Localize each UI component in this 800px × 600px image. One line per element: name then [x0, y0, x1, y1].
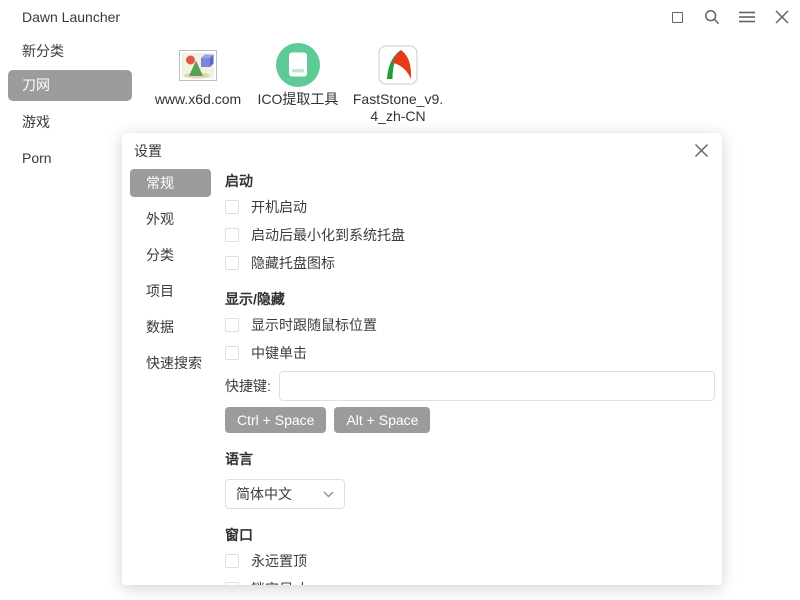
tab-category[interactable]: 分类: [130, 241, 211, 269]
language-select[interactable]: 简体中文: [225, 479, 345, 509]
section-title-window: 窗口: [225, 525, 715, 545]
hotkey-label: 快捷键:: [225, 376, 271, 396]
checkbox-box[interactable]: [225, 318, 239, 332]
tab-general[interactable]: 常规: [130, 169, 211, 197]
checkbox-label: 中键单击: [251, 343, 307, 363]
tab-quick-search[interactable]: 快速搜索: [130, 349, 211, 377]
checkbox-minimize-to-tray-on-start[interactable]: 启动后最小化到系统托盘: [225, 225, 715, 245]
hotkey-preset-buttons: Ctrl + Space Alt + Space: [225, 407, 715, 433]
app-title: Dawn Launcher: [22, 9, 120, 25]
checkbox-box[interactable]: [225, 200, 239, 214]
section-title-language: 语言: [225, 449, 715, 469]
window-controls: [669, 8, 790, 26]
language-select-value: 简体中文: [236, 484, 323, 504]
checkbox-label: 永远置顶: [251, 551, 307, 571]
image-picture-icon: [179, 50, 217, 81]
settings-dialog-title: 设置: [134, 141, 162, 161]
launcher-item-ico-tool[interactable]: ICO提取工具: [248, 40, 348, 125]
hamburger-menu-icon: [739, 10, 755, 24]
launcher-item-website[interactable]: www.x6d.com: [148, 40, 248, 125]
checkbox-run-at-startup[interactable]: 开机启动: [225, 197, 715, 217]
launcher-item-grid: www.x6d.com ICO提取工具 FastStone_v9.4_zh-CN: [148, 40, 448, 125]
faststone-icon: [378, 45, 418, 85]
close-window-button[interactable]: [774, 9, 790, 25]
section-title-show-hide: 显示/隐藏: [225, 289, 715, 309]
settings-general-panel: 启动 开机启动 启动后最小化到系统托盘 隐藏托盘图标 显示/隐藏 显示时跟随鼠标…: [225, 163, 722, 585]
ico-extract-icon: [275, 42, 321, 88]
settings-tab-column: 常规 外观 分类 项目 数据 快速搜索: [122, 163, 225, 585]
search-button[interactable]: [704, 9, 720, 25]
checkbox-hide-tray-icon[interactable]: 隐藏托盘图标: [225, 253, 715, 273]
menu-button[interactable]: [739, 9, 755, 25]
launcher-item-label: www.x6d.com: [150, 91, 246, 108]
launcher-item-label: ICO提取工具: [250, 91, 346, 108]
close-icon: [775, 10, 789, 24]
checkbox-lock-size[interactable]: 锁定尺寸: [225, 579, 715, 585]
checkbox-label: 启动后最小化到系统托盘: [251, 225, 405, 245]
checkbox-middle-click[interactable]: 中键单击: [225, 343, 715, 363]
checkbox-always-on-top[interactable]: 永远置顶: [225, 551, 715, 571]
ctrl-space-button[interactable]: Ctrl + Space: [225, 407, 326, 433]
settings-close-button[interactable]: [693, 142, 709, 158]
checkbox-box[interactable]: [225, 346, 239, 360]
search-icon: [704, 9, 720, 25]
tab-items[interactable]: 项目: [130, 277, 211, 305]
checkbox-box[interactable]: [225, 554, 239, 568]
checkbox-follow-mouse-position[interactable]: 显示时跟随鼠标位置: [225, 315, 715, 335]
tab-appearance[interactable]: 外观: [130, 205, 211, 233]
tab-data[interactable]: 数据: [130, 313, 211, 341]
hotkey-row: 快捷键:: [225, 371, 715, 401]
checkbox-label: 开机启动: [251, 197, 307, 217]
settings-dialog: 设置 常规 外观 分类 项目 数据 快速搜索 启动 开机启动 启动后最小化到系统…: [122, 133, 722, 585]
checkbox-label: 锁定尺寸: [251, 579, 307, 585]
maximize-icon: [672, 12, 683, 23]
sidebar-item-daowang[interactable]: 刀网: [8, 70, 132, 101]
checkbox-label: 显示时跟随鼠标位置: [251, 315, 377, 335]
alt-space-button[interactable]: Alt + Space: [334, 407, 430, 433]
hotkey-input[interactable]: [279, 371, 715, 401]
sidebar-item-porn[interactable]: Porn: [8, 143, 132, 174]
close-icon: [695, 144, 708, 157]
checkbox-box[interactable]: [225, 256, 239, 270]
sidebar-item-games[interactable]: 游戏: [8, 107, 132, 138]
section-title-startup: 启动: [225, 171, 715, 191]
launcher-item-faststone[interactable]: FastStone_v9.4_zh-CN: [348, 40, 448, 125]
maximize-button[interactable]: [669, 9, 685, 25]
checkbox-box[interactable]: [225, 582, 239, 585]
sidebar-item-new-category[interactable]: 新分类: [8, 36, 132, 67]
checkbox-box[interactable]: [225, 228, 239, 242]
chevron-down-icon: [323, 491, 334, 498]
checkbox-label: 隐藏托盘图标: [251, 253, 335, 273]
launcher-item-label: FastStone_v9.4_zh-CN: [350, 91, 446, 125]
